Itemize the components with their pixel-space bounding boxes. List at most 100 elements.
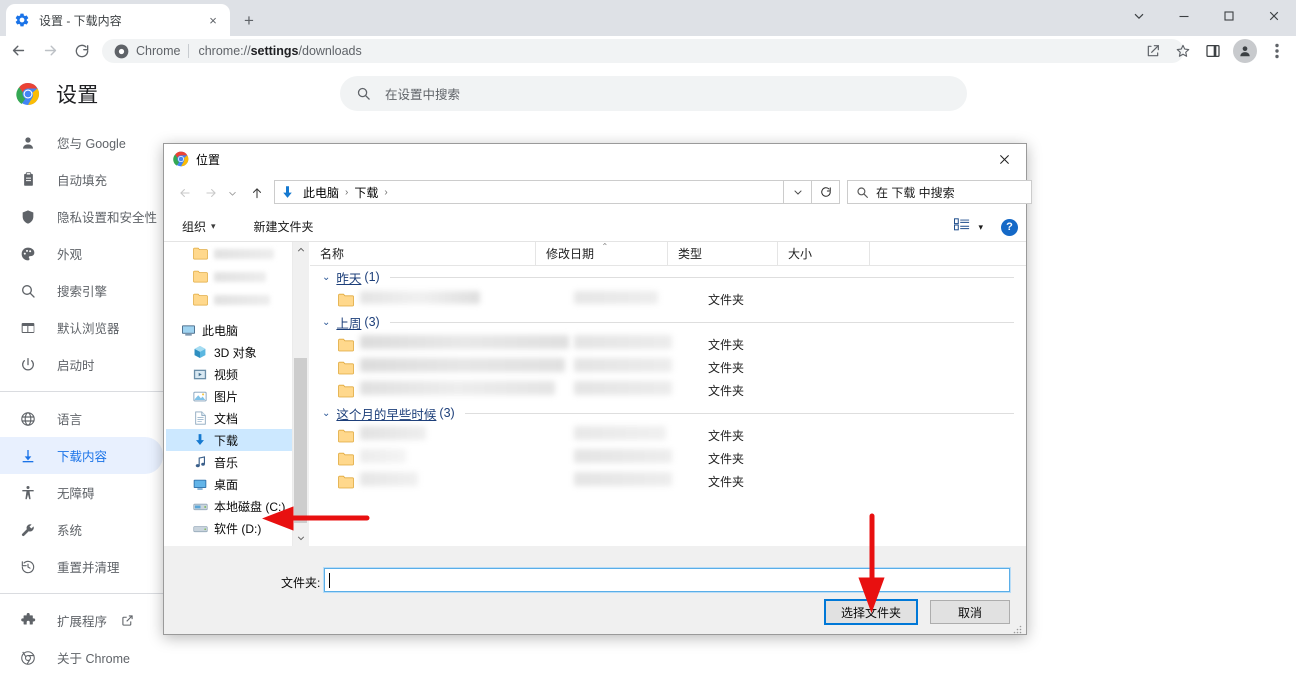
breadcrumb-bar[interactable]: 此电脑 › 下载 › — [274, 180, 784, 204]
clipboard-icon — [18, 170, 38, 190]
dialog-refresh-button[interactable] — [812, 180, 840, 204]
folder-icon — [192, 246, 208, 262]
tree-item-label: 视频 — [214, 367, 239, 382]
tree-item-blurred-2[interactable] — [166, 288, 292, 311]
recent-locations-chevron-icon[interactable] — [224, 180, 240, 206]
column-header-type[interactable]: 类型 — [668, 241, 778, 266]
column-label: 名称 — [320, 247, 345, 261]
minimize-icon[interactable] — [1161, 0, 1206, 32]
group-count: (1) — [364, 270, 380, 284]
reload-button[interactable] — [68, 36, 96, 65]
column-header-size[interactable]: 大小 — [778, 241, 870, 266]
tree-scrollbar[interactable] — [292, 242, 307, 546]
dialog-forward-button[interactable] — [198, 180, 224, 206]
organize-label: 组织 — [182, 220, 207, 234]
dialog-close-icon[interactable] — [982, 144, 1026, 174]
bookmark-star-icon[interactable] — [1168, 36, 1198, 65]
chrome-menu-icon[interactable] — [1262, 36, 1292, 65]
close-icon[interactable] — [1251, 0, 1296, 32]
side-panel-icon[interactable] — [1198, 36, 1228, 65]
browser-tab[interactable]: 设置 - 下载内容 × — [6, 4, 230, 36]
table-row[interactable]: 文件夹 — [310, 356, 1026, 379]
breadcrumb-dropdown-icon[interactable] — [784, 180, 812, 204]
new-folder-button[interactable]: 新建文件夹 — [228, 218, 326, 235]
tree-item-blurred-1[interactable] — [166, 265, 292, 288]
tree-item-drive-d[interactable]: 软件 (D:) — [166, 517, 292, 539]
tree-item-music[interactable]: 音乐 — [166, 451, 292, 473]
folder-icon — [338, 338, 354, 352]
tree-item-local-disk-c[interactable]: 本地磁盘 (C:) — [166, 495, 292, 517]
tab-close-icon[interactable]: × — [204, 11, 222, 29]
tree-item-documents[interactable]: 文档 — [166, 407, 292, 429]
tree-item-3d-objects[interactable]: 3D 对象 — [166, 341, 292, 363]
tab-search-chevron-icon[interactable] — [1116, 0, 1161, 32]
dialog-search-input[interactable]: 在 下载 中搜索 — [847, 180, 1032, 204]
table-row[interactable]: 文件夹 — [310, 470, 1026, 493]
sidebar-item-default-browser[interactable]: 默认浏览器 — [0, 309, 163, 346]
resize-grip-icon[interactable] — [1012, 621, 1022, 634]
sidebar-item-you-and-google[interactable]: 您与 Google — [0, 124, 163, 161]
file-group-header[interactable]: ⌄ 上周 (3) — [310, 311, 1026, 333]
sidebar-item-about-chrome[interactable]: 关于 Chrome — [0, 639, 163, 676]
help-button[interactable]: ? — [1001, 218, 1018, 236]
file-group-header[interactable]: ⌄ 昨天 (1) — [310, 266, 1026, 288]
tree-item-videos[interactable]: 视频 — [166, 363, 292, 385]
scrollbar-thumb[interactable] — [294, 358, 307, 523]
organize-button[interactable]: 组织 ▾ — [164, 218, 228, 235]
sidebar-item-downloads[interactable]: 下载内容 — [0, 437, 163, 474]
url-host: settings — [250, 44, 299, 58]
sidebar-item-accessibility[interactable]: 无障碍 — [0, 474, 163, 511]
column-header-extra[interactable] — [870, 242, 1010, 266]
pane-splitter[interactable] — [307, 242, 309, 546]
table-row[interactable]: 文件夹 — [310, 333, 1026, 356]
chevron-down-icon: ⌄ — [322, 407, 331, 419]
folder-name-input[interactable] — [323, 567, 1011, 593]
tree-item-blurred-0[interactable] — [166, 242, 292, 265]
maximize-icon[interactable] — [1206, 0, 1251, 32]
dialog-up-button[interactable] — [244, 180, 270, 206]
back-button[interactable] — [4, 36, 32, 65]
omnibox-separator — [188, 44, 190, 58]
tree-item-desktop[interactable]: 桌面 — [166, 473, 292, 495]
file-name-cell — [360, 335, 569, 354]
sidebar-item-appearance[interactable]: 外观 — [0, 235, 163, 272]
palette-icon — [18, 244, 38, 264]
forward-button[interactable] — [36, 36, 64, 65]
breadcrumb-item-1[interactable]: 下载 — [351, 184, 381, 201]
scroll-up-arrow-icon[interactable] — [293, 242, 308, 258]
table-row[interactable]: 文件夹 — [310, 379, 1026, 402]
address-bar[interactable]: Chrome chrome://settings/downloads — [102, 39, 1184, 63]
tree-item-label: 下载 — [214, 433, 239, 448]
tree-item-downloads[interactable]: 下载 — [166, 429, 292, 451]
scroll-down-arrow-icon[interactable] — [293, 530, 308, 546]
sidebar-item-search-engine[interactable]: 搜索引擎 — [0, 272, 163, 309]
select-folder-button[interactable]: 选择文件夹 — [824, 599, 918, 625]
sidebar-item-label: 您与 Google — [57, 137, 126, 151]
settings-search-input[interactable]: 在设置中搜索 — [340, 76, 967, 111]
sidebar-item-system[interactable]: 系统 — [0, 511, 163, 548]
dialog-back-button[interactable] — [172, 180, 198, 206]
tree-item-pictures[interactable]: 图片 — [166, 385, 292, 407]
sidebar-item-label: 无障碍 — [57, 487, 95, 501]
column-header-name[interactable]: 名称 — [310, 241, 536, 266]
tree-item-this-pc[interactable]: 此电脑 — [166, 319, 292, 341]
table-row[interactable]: 文件夹 — [310, 288, 1026, 311]
share-icon[interactable] — [1138, 36, 1168, 65]
sidebar-item-autofill[interactable]: 自动填充 — [0, 161, 163, 198]
cancel-button[interactable]: 取消 — [930, 600, 1010, 624]
breadcrumb-item-0[interactable]: 此电脑 — [300, 184, 342, 201]
profile-avatar[interactable] — [1233, 38, 1257, 63]
change-view-button[interactable]: ▾ — [954, 218, 983, 236]
table-row[interactable]: 文件夹 — [310, 424, 1026, 447]
sidebar-item-languages[interactable]: 语言 — [0, 400, 163, 437]
browser-tab-title: 设置 - 下载内容 — [39, 13, 122, 28]
sidebar-item-privacy-security[interactable]: 隐私设置和安全性 — [0, 198, 163, 235]
column-header-date-modified[interactable]: ⌃ 修改日期 — [536, 241, 668, 266]
folder-field-label: 文件夹: — [281, 576, 321, 590]
sidebar-item-extensions[interactable]: 扩展程序 — [0, 602, 163, 639]
file-group-header[interactable]: ⌄ 这个月的早些时候 (3) — [310, 402, 1026, 424]
table-row[interactable]: 文件夹 — [310, 447, 1026, 470]
sidebar-item-on-startup[interactable]: 启动时 — [0, 346, 163, 383]
new-tab-button[interactable]: + — [236, 8, 262, 34]
sidebar-item-reset-cleanup[interactable]: 重置并清理 — [0, 548, 163, 585]
